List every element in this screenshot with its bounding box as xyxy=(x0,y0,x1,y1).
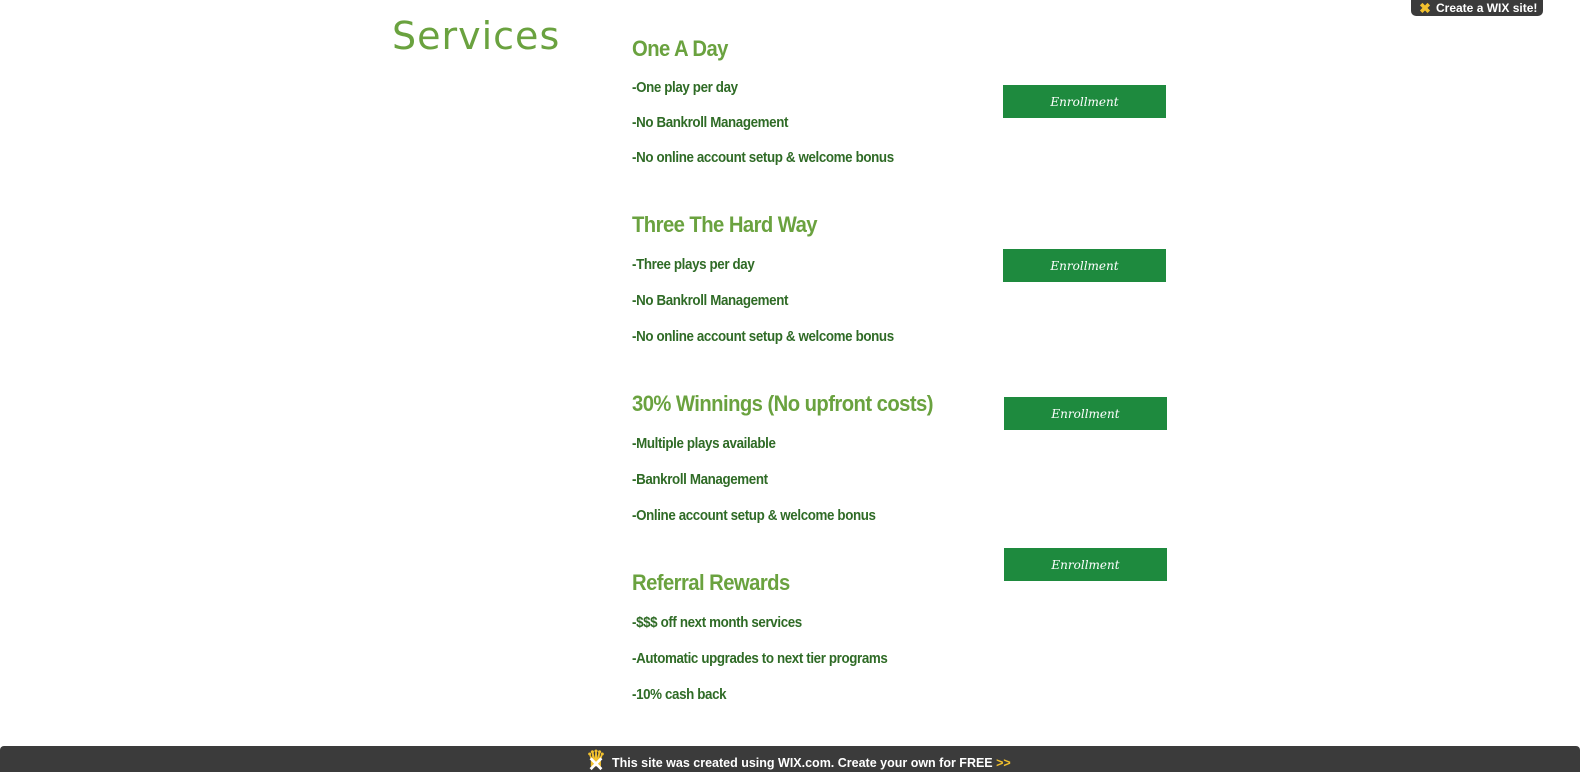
page: Services ✖ Create a WIX site! One A Day … xyxy=(0,0,1580,772)
footer-text-label: This site was created using WIX.com. Cre… xyxy=(612,756,993,770)
service-title-referral-rewards: Referral Rewards xyxy=(632,570,790,595)
service-item: -$$$ off next month services xyxy=(632,615,802,631)
service-item: -Multiple plays available xyxy=(632,436,776,452)
service-item: -Three plays per day xyxy=(632,257,755,273)
service-item: -Automatic upgrades to next tier program… xyxy=(632,651,888,667)
enrollment-button-three-the-hard-way[interactable]: Enrollment xyxy=(1003,249,1166,282)
service-item: -No Bankroll Management xyxy=(632,115,789,131)
service-item: -Online account setup & welcome bonus xyxy=(632,508,876,524)
wix-crown-icon: ♛ ✕ xyxy=(586,746,606,772)
service-item: -Bankroll Management xyxy=(632,472,768,488)
service-item: -No Bankroll Management xyxy=(632,293,789,309)
service-item: -No online account setup & welcome bonus xyxy=(632,150,894,166)
service-item: -10% cash back xyxy=(632,687,727,703)
service-title-one-a-day: One A Day xyxy=(632,36,728,61)
service-title-three-the-hard-way: Three The Hard Way xyxy=(632,212,818,237)
create-wix-site-badge[interactable]: ✖ Create a WIX site! xyxy=(1411,0,1543,16)
wix-footer-text[interactable]: This site was created using WIX.com. Cre… xyxy=(612,756,1011,770)
page-title: Services xyxy=(392,14,561,58)
wix-logo-icon: ✖ xyxy=(1419,0,1431,16)
wix-badge-label: Create a WIX site! xyxy=(1436,1,1538,15)
service-item: -One play per day xyxy=(632,80,738,96)
enrollment-button-30-percent-winnings[interactable]: Enrollment xyxy=(1004,397,1167,430)
service-title-30-percent-winnings: 30% Winnings (No upfront costs) xyxy=(632,391,933,416)
enrollment-button-referral-rewards[interactable]: Enrollment xyxy=(1004,548,1167,581)
enrollment-button-one-a-day[interactable]: Enrollment xyxy=(1003,85,1166,118)
wix-footer-banner[interactable]: ♛ ✕ This site was created using WIX.com. … xyxy=(0,746,1580,772)
service-item: -No online account setup & welcome bonus xyxy=(632,329,894,345)
footer-arrows: >> xyxy=(996,756,1011,770)
